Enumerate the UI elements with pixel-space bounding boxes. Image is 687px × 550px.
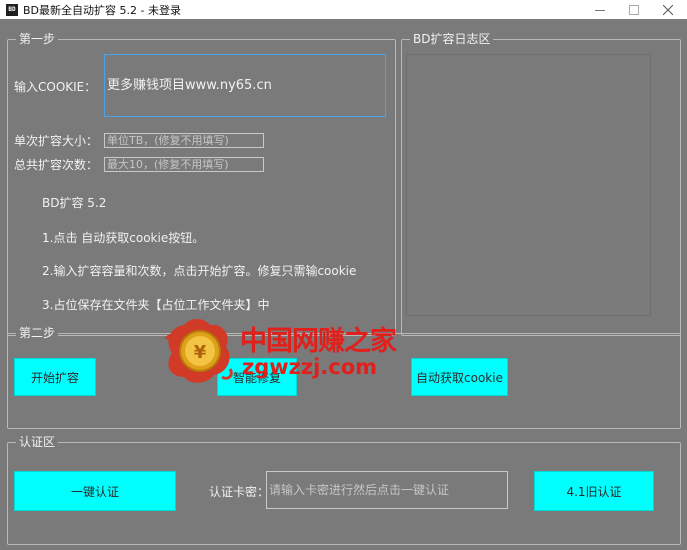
main-window-client: 第一步 输入COOKIE： 更多赚钱项目www.ny65.cn 单次扩容大小： … bbox=[0, 19, 687, 550]
info-line-1: 1.点击 自动获取cookie按钮。 bbox=[42, 231, 205, 245]
card-key-label: 认证卡密： bbox=[209, 485, 270, 499]
log-textarea[interactable] bbox=[406, 54, 651, 316]
single-size-label: 单次扩容大小： bbox=[14, 134, 99, 148]
one-click-auth-button[interactable]: 一键认证 bbox=[14, 471, 176, 511]
info-line-3: 3.占位保存在文件夹【占位工作文件夹】中 bbox=[42, 298, 270, 312]
close-icon bbox=[663, 4, 673, 15]
cookie-label: 输入COOKIE： bbox=[14, 80, 97, 94]
minimize-button[interactable] bbox=[583, 0, 617, 19]
info-title: BD扩容 5.2 bbox=[42, 196, 107, 210]
close-button[interactable] bbox=[651, 0, 685, 19]
step1-group-title: 第一步 bbox=[16, 31, 59, 47]
maximize-button[interactable] bbox=[617, 0, 651, 19]
cookie-input[interactable]: 更多赚钱项目www.ny65.cn bbox=[104, 54, 386, 117]
minimize-icon bbox=[595, 9, 605, 11]
start-expand-button[interactable]: 开始扩容 bbox=[14, 358, 96, 396]
title-bar[interactable]: BD BD最新全自动扩容 5.2 - 未登录 bbox=[0, 0, 687, 19]
total-count-input[interactable]: 最大10，(修复不用填写) bbox=[104, 157, 264, 172]
card-key-input[interactable]: 请输入卡密进行然后点击一键认证 bbox=[266, 471, 508, 509]
total-count-label: 总共扩容次数： bbox=[14, 158, 99, 172]
old-auth-button[interactable]: 4.1旧认证 bbox=[534, 471, 654, 511]
maximize-icon bbox=[629, 4, 639, 15]
step2-group: 第二步 bbox=[7, 325, 681, 429]
step2-group-title: 第二步 bbox=[16, 325, 59, 341]
single-size-input[interactable]: 单位TB，(修复不用填写) bbox=[104, 133, 264, 148]
window-title: BD最新全自动扩容 5.2 - 未登录 bbox=[23, 3, 181, 17]
smart-repair-button[interactable]: 智能修复 bbox=[217, 358, 297, 396]
auth-group-title: 认证区 bbox=[16, 434, 59, 450]
auto-get-cookie-button[interactable]: 自动获取cookie bbox=[411, 358, 508, 396]
info-line-2: 2.输入扩容容量和次数，点击开始扩容。修复只需输cookie bbox=[42, 264, 357, 278]
app-icon: BD bbox=[6, 3, 18, 16]
log-group-title: BD扩容日志区 bbox=[410, 31, 494, 47]
